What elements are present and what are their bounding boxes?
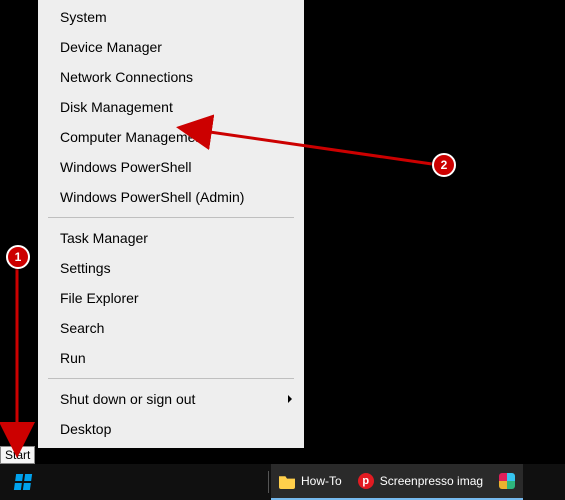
- menu-item-disk-management[interactable]: Disk Management: [38, 92, 304, 122]
- start-button[interactable]: Start: [0, 464, 46, 500]
- menu-item-shut-down-or-sign-out[interactable]: Shut down or sign out: [38, 384, 304, 414]
- taskbar-separator: [268, 471, 269, 493]
- start-tooltip: Start: [0, 446, 35, 464]
- windows-logo-icon: [14, 474, 32, 490]
- menu-item-windows-powershell[interactable]: Windows PowerShell: [38, 152, 304, 182]
- menu-item-desktop[interactable]: Desktop: [38, 414, 304, 444]
- winx-context-menu: SystemDevice ManagerNetwork ConnectionsD…: [38, 0, 304, 448]
- menu-item-settings[interactable]: Settings: [38, 253, 304, 283]
- taskbar: Start How-To p Screenpresso imag: [0, 464, 565, 500]
- menu-separator: [48, 217, 294, 218]
- taskbar-item-how-to[interactable]: How-To: [271, 464, 350, 500]
- menu-item-device-manager[interactable]: Device Manager: [38, 32, 304, 62]
- taskbar-pinned-placeholder[interactable]: [178, 464, 222, 500]
- menu-item-task-manager[interactable]: Task Manager: [38, 223, 304, 253]
- menu-item-network-connections[interactable]: Network Connections: [38, 62, 304, 92]
- taskbar-item-app-9[interactable]: [491, 464, 523, 500]
- circle-letter-icon: p: [358, 473, 374, 489]
- taskbar-pinned-placeholder[interactable]: [134, 464, 178, 500]
- menu-separator: [48, 378, 294, 379]
- menu-item-search[interactable]: Search: [38, 313, 304, 343]
- menu-item-system[interactable]: System: [38, 2, 304, 32]
- slack-icon: [499, 473, 515, 489]
- menu-item-run[interactable]: Run: [38, 343, 304, 373]
- menu-item-computer-management[interactable]: Computer Management: [38, 122, 304, 152]
- taskbar-pinned-placeholder[interactable]: [222, 464, 266, 500]
- menu-item-windows-powershell-admin[interactable]: Windows PowerShell (Admin): [38, 182, 304, 212]
- annotation-badge-1: 1: [6, 245, 30, 269]
- taskbar-item-label: How-To: [301, 474, 342, 488]
- taskbar-item-screenpresso-imag[interactable]: p Screenpresso imag: [350, 464, 491, 500]
- taskbar-item-label: Screenpresso imag: [380, 474, 483, 488]
- taskbar-pinned-placeholder[interactable]: [46, 464, 90, 500]
- folder-icon: [279, 473, 295, 489]
- annotation-badge-2: 2: [432, 153, 456, 177]
- taskbar-pinned-placeholder[interactable]: [90, 464, 134, 500]
- menu-item-file-explorer[interactable]: File Explorer: [38, 283, 304, 313]
